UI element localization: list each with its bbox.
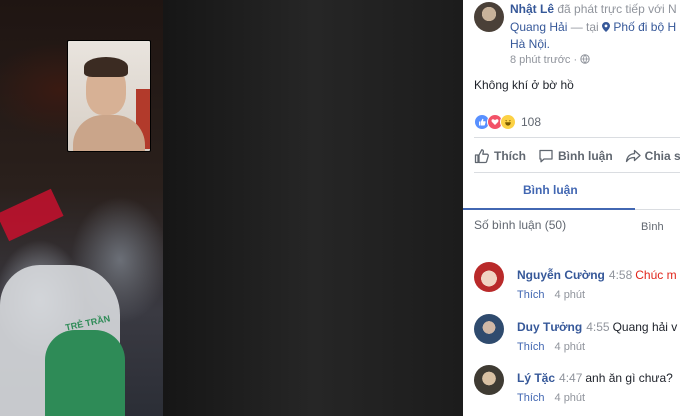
comment-item: Nguyễn Cường 4:58 Chúc m Thích 4 phút [463, 262, 680, 312]
reaction-count: 108 [521, 115, 542, 129]
comment-icon [539, 149, 553, 163]
comment-text: Chúc m [635, 268, 677, 282]
comment-button[interactable]: Bình luận [538, 148, 613, 164]
tab-comments-underline [463, 208, 635, 210]
location-link[interactable]: Phố đi bộ H [613, 20, 676, 34]
comment-like-button[interactable]: Thích [517, 392, 545, 404]
commenter-avatar[interactable] [474, 262, 504, 292]
comment-like-button[interactable]: Thích [517, 289, 545, 301]
comment-line: Lý Tặc 4:47 anh ăn gì chưa? [517, 371, 673, 385]
comment-meta: Thích 4 phút [517, 341, 585, 353]
comment-like-button[interactable]: Thích [517, 341, 545, 353]
actions-top-divider [474, 137, 680, 138]
tab-rule [635, 209, 680, 210]
share-icon [625, 149, 641, 163]
comment-button-label: Bình luận [558, 149, 613, 163]
pin-icon [602, 22, 611, 32]
like-button-label: Thích [494, 149, 526, 163]
thumbs-up-icon [474, 149, 489, 164]
like-button[interactable]: Thích [474, 148, 526, 164]
comment-ago[interactable]: 4 phút [555, 392, 586, 404]
comment-panel: Nhật Lê đã phát trực tiếp với N Quang Hả… [463, 0, 680, 416]
share-button-label: Chia s [644, 149, 680, 163]
location-link-cont[interactable]: Hà Nội. [510, 37, 550, 51]
actions-bottom-divider [474, 172, 680, 173]
share-button[interactable]: Chia s [625, 148, 680, 164]
comment-item: Lý Tặc 4:47 anh ăn gì chưa? Thích 4 phút [463, 365, 680, 415]
comment-time: 4:55 [586, 320, 610, 334]
post-actions: Thích Bình luận Chia s [474, 146, 680, 166]
live-video-player[interactable]: TRẺ TRẦN [0, 0, 463, 416]
comment-line: Duy Tưởng 4:55 Quang hải v [517, 320, 677, 334]
comment-time: 4:47 [559, 371, 583, 385]
author-avatar[interactable] [474, 2, 504, 32]
haha-reaction-icon [500, 114, 516, 130]
flag-shape [0, 188, 64, 242]
tab-comments[interactable]: Bình luận [523, 183, 578, 197]
pip-body [73, 115, 145, 151]
comment-meta: Thích 4 phút [517, 289, 585, 301]
post-header-line: Nhật Lê đã phát trực tiếp với N [510, 2, 680, 16]
commenter-avatar[interactable] [474, 314, 504, 344]
commenter-avatar[interactable] [474, 365, 504, 395]
pip-hair [84, 57, 128, 77]
comment-ago[interactable]: 4 phút [555, 341, 586, 353]
comment-sort-dropdown[interactable]: Bình [641, 221, 664, 233]
comment-time: 4:58 [608, 268, 633, 282]
post-text: Không khí ở bờ hồ [474, 78, 574, 92]
post-header-line-2: Quang Hải — tại Phố đi bộ H [510, 20, 676, 34]
reactions-summary[interactable]: 108 [474, 114, 541, 130]
picture-in-picture-video[interactable] [67, 40, 151, 152]
tagged-user-link[interactable]: Quang Hải [510, 20, 567, 34]
commenter-name[interactable]: Lý Tặc [517, 371, 555, 385]
globe-icon [580, 54, 590, 64]
comment-ago[interactable]: 4 phút [555, 289, 586, 301]
at-separator: — tại [570, 20, 599, 34]
post-time-row: 8 phút trước · [510, 54, 590, 66]
author-name-link[interactable]: Nhật Lê [510, 2, 554, 16]
commenter-name[interactable]: Nguyễn Cường [517, 268, 605, 282]
comment-text: Quang hải v [612, 320, 678, 334]
comment-item: Duy Tưởng 4:55 Quang hải v Thích 4 phút [463, 314, 680, 364]
post-timestamp[interactable]: 8 phút trước [510, 54, 570, 66]
video-dark-area [163, 0, 463, 416]
comment-line: Nguyễn Cường 4:58 Chúc m [517, 268, 677, 282]
time-dot: · [573, 54, 578, 66]
comment-text: anh ăn gì chưa? [585, 371, 673, 385]
person-shirt-green [45, 330, 125, 416]
commenter-name[interactable]: Duy Tưởng [517, 320, 582, 334]
post-action-text: đã phát trực tiếp với N [557, 2, 677, 16]
comment-meta: Thích 4 phút [517, 392, 585, 404]
comment-count: Số bình luận (50) [474, 218, 567, 232]
